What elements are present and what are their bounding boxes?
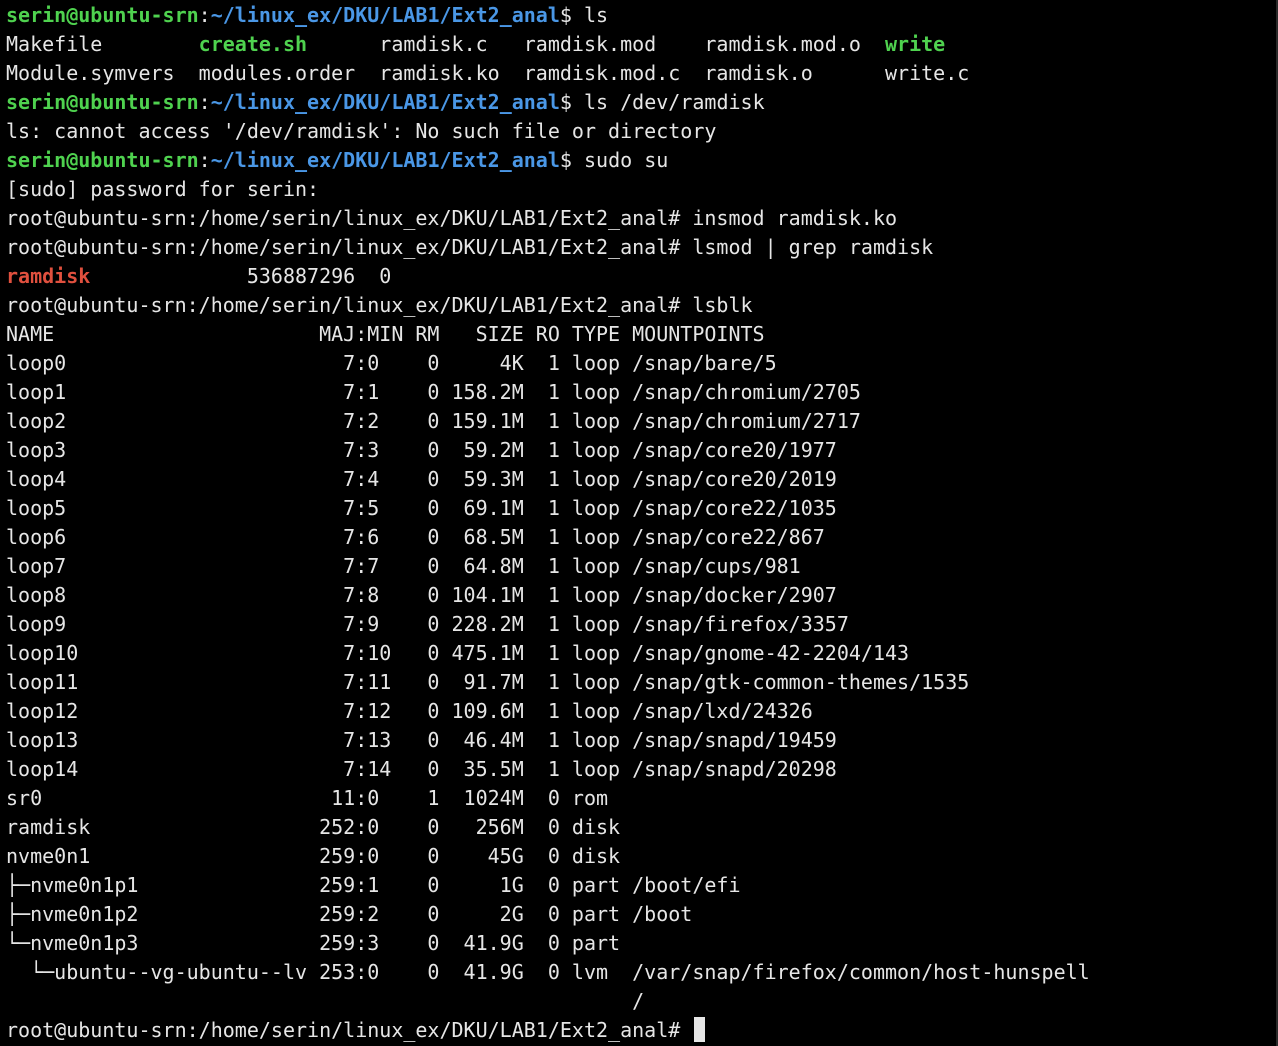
terminal-text-segment: $ ls	[559, 3, 609, 27]
terminal-text-segment: loop14 7:14 0 35.5M 1 loop /snap/snapd/2…	[6, 757, 837, 781]
terminal-line: loop6 7:6 0 68.5M 1 loop /snap/core22/86…	[6, 523, 1276, 552]
terminal-text-segment: Module.symvers modules.order ramdisk.ko …	[6, 61, 970, 85]
terminal-text-segment: loop13 7:13 0 46.4M 1 loop /snap/snapd/1…	[6, 728, 837, 752]
terminal-line: loop2 7:2 0 159.1M 1 loop /snap/chromium…	[6, 407, 1276, 436]
terminal-text-segment: ~/linux_ex/DKU/LAB1/Ext2_anal	[210, 3, 560, 27]
terminal-text-segment: loop3 7:3 0 59.2M 1 loop /snap/core20/19…	[6, 438, 837, 462]
terminal-line: loop10 7:10 0 475.1M 1 loop /snap/gnome-…	[6, 639, 1276, 668]
terminal-text-segment: loop7 7:7 0 64.8M 1 loop /snap/cups/981	[6, 554, 801, 578]
terminal-text-segment: ramdisk.c ramdisk.mod ramdisk.mod.o	[307, 32, 885, 56]
terminal-line: serin@ubuntu-srn:~/linux_ex/DKU/LAB1/Ext…	[6, 1, 1276, 30]
terminal-line: nvme0n1 259:0 0 45G 0 disk	[6, 842, 1276, 871]
terminal-text-segment: loop2 7:2 0 159.1M 1 loop /snap/chromium…	[6, 409, 861, 433]
terminal-line: root@ubuntu-srn:/home/serin/linux_ex/DKU…	[6, 204, 1276, 233]
terminal-line: ├─nvme0n1p2 259:2 0 2G 0 part /boot	[6, 900, 1276, 929]
terminal-line: root@ubuntu-srn:/home/serin/linux_ex/DKU…	[6, 291, 1276, 320]
terminal-text-segment: Makefile	[6, 32, 199, 56]
terminal-text-segment: nvme0n1 259:0 0 45G 0 disk	[6, 844, 621, 868]
terminal-text-segment: root@ubuntu-srn:/home/serin/linux_ex/DKU…	[6, 206, 898, 230]
terminal-text-segment: ls: cannot access '/dev/ramdisk': No suc…	[6, 119, 717, 143]
terminal-text-segment: loop1 7:1 0 158.2M 1 loop /snap/chromium…	[6, 380, 861, 404]
terminal-line: sr0 11:0 1 1024M 0 rom	[6, 784, 1276, 813]
terminal-text-segment: root@ubuntu-srn:/home/serin/linux_ex/DKU…	[6, 1018, 693, 1042]
terminal-line: ├─nvme0n1p1 259:1 0 1G 0 part /boot/efi	[6, 871, 1276, 900]
terminal-text-segment: loop8 7:8 0 104.1M 1 loop /snap/docker/2…	[6, 583, 837, 607]
terminal-line: serin@ubuntu-srn:~/linux_ex/DKU/LAB1/Ext…	[6, 146, 1276, 175]
terminal-line: ramdisk 536887296 0	[6, 262, 1276, 291]
terminal-line: ls: cannot access '/dev/ramdisk': No suc…	[6, 117, 1276, 146]
terminal-text-segment: loop10 7:10 0 475.1M 1 loop /snap/gnome-…	[6, 641, 910, 665]
terminal-text-segment: ├─nvme0n1p1 259:1 0 1G 0 part /boot/efi	[6, 873, 741, 897]
terminal-text-segment: loop0 7:0 0 4K 1 loop /snap/bare/5	[6, 351, 777, 375]
terminal-line: ramdisk 252:0 0 256M 0 disk	[6, 813, 1276, 842]
terminal-text-segment: sr0 11:0 1 1024M 0 rom	[6, 786, 609, 810]
terminal-text-segment: loop6 7:6 0 68.5M 1 loop /snap/core22/86…	[6, 525, 825, 549]
terminal-line: NAME MAJ:MIN RM SIZE RO TYPE MOUNTPOINTS	[6, 320, 1276, 349]
terminal-line: /	[6, 987, 1276, 1016]
terminal-text-segment: write	[885, 32, 946, 56]
terminal-text-segment: loop4 7:4 0 59.3M 1 loop /snap/core20/20…	[6, 467, 837, 491]
terminal-text-segment: └─ubuntu--vg-ubuntu--lv 253:0 0 41.9G 0 …	[6, 960, 1090, 984]
terminal-text-segment: serin@ubuntu-srn	[6, 3, 199, 27]
terminal-text-segment: loop12 7:12 0 109.6M 1 loop /snap/lxd/24…	[6, 699, 813, 723]
terminal-text-segment: :	[198, 3, 211, 27]
terminal-text-segment: NAME MAJ:MIN RM SIZE RO TYPE MOUNTPOINTS	[6, 322, 765, 346]
terminal-text-segment: $ sudo su	[559, 148, 669, 172]
terminal-line: └─ubuntu--vg-ubuntu--lv 253:0 0 41.9G 0 …	[6, 958, 1276, 987]
terminal-line: loop9 7:9 0 228.2M 1 loop /snap/firefox/…	[6, 610, 1276, 639]
terminal-line: [sudo] password for serin:	[6, 175, 1276, 204]
terminal-line: loop1 7:1 0 158.2M 1 loop /snap/chromium…	[6, 378, 1276, 407]
terminal-window[interactable]: serin@ubuntu-srn:~/linux_ex/DKU/LAB1/Ext…	[0, 0, 1278, 1046]
terminal-line: loop12 7:12 0 109.6M 1 loop /snap/lxd/24…	[6, 697, 1276, 726]
text-cursor[interactable]	[694, 1017, 706, 1042]
terminal-text-segment: serin@ubuntu-srn	[6, 90, 199, 114]
terminal-text-segment: ramdisk 252:0 0 256M 0 disk	[6, 815, 621, 839]
terminal-line: root@ubuntu-srn:/home/serin/linux_ex/DKU…	[6, 1016, 1276, 1045]
terminal-line: root@ubuntu-srn:/home/serin/linux_ex/DKU…	[6, 233, 1276, 262]
terminal-line: loop4 7:4 0 59.3M 1 loop /snap/core20/20…	[6, 465, 1276, 494]
terminal-line: loop5 7:5 0 69.1M 1 loop /snap/core22/10…	[6, 494, 1276, 523]
terminal-text-segment: $ ls /dev/ramdisk	[559, 90, 765, 114]
terminal-text-segment: 536887296 0	[90, 264, 392, 288]
terminal-line: └─nvme0n1p3 259:3 0 41.9G 0 part	[6, 929, 1276, 958]
terminal-line: Module.symvers modules.order ramdisk.ko …	[6, 59, 1276, 88]
terminal-text-segment: serin@ubuntu-srn	[6, 148, 199, 172]
terminal-line: loop3 7:3 0 59.2M 1 loop /snap/core20/19…	[6, 436, 1276, 465]
terminal-line: loop14 7:14 0 35.5M 1 loop /snap/snapd/2…	[6, 755, 1276, 784]
terminal-line: loop0 7:0 0 4K 1 loop /snap/bare/5	[6, 349, 1276, 378]
terminal-line: loop8 7:8 0 104.1M 1 loop /snap/docker/2…	[6, 581, 1276, 610]
terminal-text-segment: ├─nvme0n1p2 259:2 0 2G 0 part /boot	[6, 902, 693, 926]
terminal-text-segment: loop11 7:11 0 91.7M 1 loop /snap/gtk-com…	[6, 670, 970, 694]
terminal-text-segment: ~/linux_ex/DKU/LAB1/Ext2_anal	[210, 148, 560, 172]
terminal-text-segment: loop5 7:5 0 69.1M 1 loop /snap/core22/10…	[6, 496, 837, 520]
terminal-text-segment: create.sh	[198, 32, 308, 56]
terminal-text-segment: [sudo] password for serin:	[6, 177, 320, 201]
terminal-line: loop11 7:11 0 91.7M 1 loop /snap/gtk-com…	[6, 668, 1276, 697]
terminal-line: serin@ubuntu-srn:~/linux_ex/DKU/LAB1/Ext…	[6, 88, 1276, 117]
terminal-text-segment: ~/linux_ex/DKU/LAB1/Ext2_anal	[210, 90, 560, 114]
terminal-line: loop13 7:13 0 46.4M 1 loop /snap/snapd/1…	[6, 726, 1276, 755]
terminal-text-segment: loop9 7:9 0 228.2M 1 loop /snap/firefox/…	[6, 612, 849, 636]
terminal-text-segment: :	[198, 148, 211, 172]
terminal-text-segment: └─nvme0n1p3 259:3 0 41.9G 0 part	[6, 931, 621, 955]
terminal-text-segment: /	[6, 989, 645, 1013]
terminal-text-segment: root@ubuntu-srn:/home/serin/linux_ex/DKU…	[6, 235, 934, 259]
terminal-text-segment: ramdisk	[6, 264, 91, 288]
terminal-text-segment: :	[198, 90, 211, 114]
terminal-line: loop7 7:7 0 64.8M 1 loop /snap/cups/981	[6, 552, 1276, 581]
terminal-line: Makefile create.sh ramdisk.c ramdisk.mod…	[6, 30, 1276, 59]
terminal-output: serin@ubuntu-srn:~/linux_ex/DKU/LAB1/Ext…	[6, 1, 1276, 1045]
terminal-text-segment: root@ubuntu-srn:/home/serin/linux_ex/DKU…	[6, 293, 753, 317]
